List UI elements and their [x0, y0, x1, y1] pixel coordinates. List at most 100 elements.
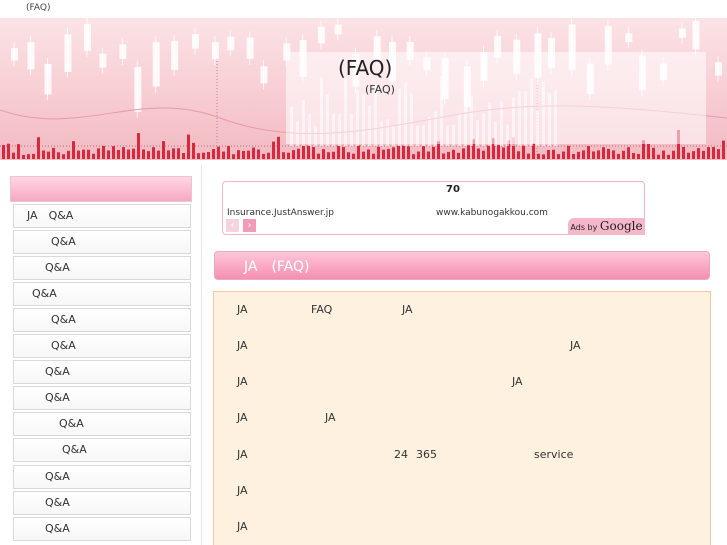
- volume-bar: [487, 145, 490, 159]
- ad-title[interactable]: 70: [446, 184, 460, 195]
- volume-bar: [242, 150, 245, 159]
- volume-bar: [592, 151, 595, 159]
- faq-text[interactable]: FAQ: [311, 303, 332, 316]
- volume-bar: [502, 147, 505, 159]
- volume-bar: [2, 145, 5, 159]
- faq-text[interactable]: JA: [237, 411, 248, 424]
- volume-bar: [627, 147, 630, 159]
- volume-bar: [622, 150, 625, 159]
- sidebar-item-label: Q&A: [51, 235, 76, 248]
- sidebar-item[interactable]: JA Q&A: [13, 204, 191, 228]
- volume-bar: [707, 147, 710, 159]
- volume-bar: [372, 153, 375, 159]
- volume-bar: [182, 152, 185, 159]
- volume-bar: [37, 137, 40, 159]
- volume-bar: [307, 145, 310, 159]
- volume-bar: [722, 140, 725, 159]
- candle-body: [10, 48, 18, 61]
- volume-bar: [327, 152, 330, 159]
- volume-bar: [102, 145, 105, 159]
- ad-url-left[interactable]: Insurance.JustAnswer.jp: [227, 208, 334, 218]
- volume-bar: [62, 154, 65, 159]
- ad-prev-button[interactable]: ‹: [226, 219, 239, 232]
- sidebar-item[interactable]: Q&A: [13, 230, 191, 254]
- volume-bar: [402, 145, 405, 159]
- volume-bar: [422, 146, 425, 159]
- faq-text[interactable]: JA: [570, 339, 581, 352]
- faq-text[interactable]: JA: [237, 448, 248, 461]
- sidebar-item[interactable]: Q&A: [13, 517, 191, 541]
- ads-by-label: Ads by: [570, 223, 598, 232]
- sidebar-item-label: Q&A: [45, 496, 70, 509]
- faq-text[interactable]: JA: [237, 375, 248, 388]
- volume-bar: [197, 153, 200, 159]
- sidebar-item[interactable]: Q&A: [13, 360, 191, 384]
- volume-bar: [417, 151, 420, 159]
- faq-text[interactable]: JA: [237, 303, 248, 316]
- sidebar-item[interactable]: Q&A: [13, 465, 191, 489]
- volume-bar: [712, 147, 715, 159]
- volume-bar: [22, 154, 25, 159]
- faq-text[interactable]: 365: [416, 448, 437, 461]
- faq-text[interactable]: JA: [325, 411, 336, 424]
- volume-bar: [227, 146, 230, 159]
- volume-bar: [47, 151, 50, 159]
- volume-bar: [697, 148, 700, 159]
- sidebar-item[interactable]: Q&A: [13, 412, 191, 436]
- faq-text[interactable]: JA: [512, 375, 523, 388]
- volume-bar: [392, 147, 395, 159]
- volume-bar: [587, 146, 590, 159]
- sidebar: JA Q&A Q&A Q&A Q&A Q&A Q&A Q&A Q&A Q&A Q…: [10, 176, 192, 545]
- volume-bar: [657, 154, 660, 159]
- volume-bar: [597, 150, 600, 159]
- volume-bar: [32, 153, 35, 159]
- google-logo: Google: [599, 219, 643, 233]
- sidebar-item[interactable]: Q&A: [13, 308, 191, 332]
- faq-text[interactable]: JA: [237, 339, 248, 352]
- faq-text[interactable]: service: [534, 448, 573, 461]
- volume-bar: [662, 150, 665, 159]
- volume-bar: [652, 147, 655, 159]
- sidebar-item[interactable]: Q&A: [13, 438, 191, 462]
- sidebar-item[interactable]: Q&A: [13, 386, 191, 410]
- candle-body: [260, 66, 268, 84]
- volume-bar: [342, 147, 345, 159]
- page-subtitle: (FAQ): [365, 83, 395, 96]
- sidebar-item-label: JA Q&A: [27, 209, 74, 222]
- volume-bar: [187, 134, 190, 159]
- volume-bar: [112, 146, 115, 159]
- volume-bar: [132, 148, 135, 159]
- faq-text[interactable]: 24: [394, 448, 408, 461]
- volume-bar: [257, 149, 260, 159]
- volume-bar: [457, 152, 460, 159]
- faq-text[interactable]: JA: [237, 484, 248, 497]
- volume-bar: [297, 148, 300, 159]
- faq-text[interactable]: JA: [237, 520, 248, 533]
- volume-bar: [147, 151, 150, 159]
- volume-bar: [262, 153, 265, 159]
- volume-bar: [432, 146, 435, 159]
- candle-body: [152, 42, 160, 87]
- sidebar-item-label: Q&A: [45, 261, 70, 274]
- volume-bar: [407, 146, 410, 159]
- volume-bar: [202, 152, 205, 159]
- ad-url-right[interactable]: www.kabunogakkou.com: [436, 208, 548, 218]
- volume-bar: [542, 154, 545, 159]
- candle-body: [192, 34, 200, 49]
- volume-bar: [7, 143, 10, 159]
- sidebar-item[interactable]: Q&A: [13, 491, 191, 515]
- candle-body: [678, 28, 686, 38]
- volume-bar: [72, 141, 75, 159]
- sidebar-item[interactable]: Q&A: [13, 334, 191, 358]
- volume-bar: [67, 150, 70, 159]
- ad-next-button[interactable]: ›: [243, 219, 256, 232]
- volume-bar: [57, 152, 60, 159]
- volume-bar: [272, 141, 275, 159]
- breadcrumb[interactable]: (FAQ): [26, 3, 50, 13]
- volume-bar: [582, 150, 585, 159]
- sidebar-item[interactable]: Q&A: [13, 282, 191, 306]
- candle-body: [246, 37, 254, 59]
- faq-text[interactable]: JA: [402, 303, 413, 316]
- ads-by-google-badge[interactable]: Ads by Google: [568, 218, 645, 235]
- sidebar-item[interactable]: Q&A: [13, 256, 191, 280]
